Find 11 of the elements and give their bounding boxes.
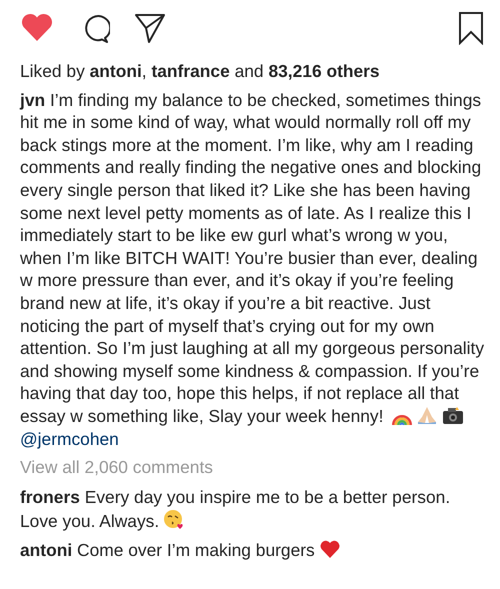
mention-link[interactable]: @jermcohen [20,428,119,448]
comment-text: froners Every day you inspire me to be a better person. Love you. Always. [20,486,452,533]
rainbow-icon [392,414,412,425]
camera-icon [442,406,464,425]
send-icon[interactable] [134,12,166,44]
comment-text: antoni Come over I’m making burgers [20,538,484,562]
kiss-face-icon [163,508,186,530]
likes-text: Liked by antoni, tanfrance and 83,216 others [20,60,381,83]
heart-icon [318,538,341,559]
bookmark-icon[interactable] [458,11,484,45]
caption-text: jvn I’m finding my balance to be checked, sometimes things hit me in some kind of way, what would normally roll off my back stings more at the moment. I’m like, why am I reading comments and really finding the negative ones and blocking every single person that liked it? Like she has been having some next level petty moments as of late. As I realize this I immediately start to be like ew gurl what’s wrong w you, when I’m like BITCH WAIT! You’re busier than ever, dealing w more pressure than ever, and it’s okay if you’re feeling brand new at life, it’s okay if you’re a bit reactive. Just noticing the part of myself that’s crying out for my own attention. So I’m just laughing at all my gorgeous personality and showing myself some kindness & compassion. If you’re having that day too, hope this helps, if not replace all that essay w something like, Slay your week henny! @jermcohen [20,88,484,450]
